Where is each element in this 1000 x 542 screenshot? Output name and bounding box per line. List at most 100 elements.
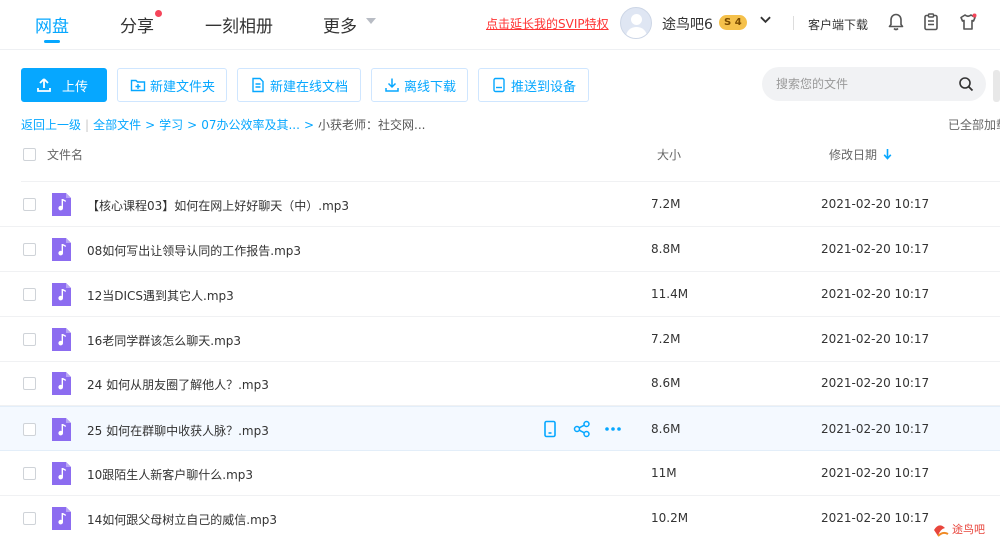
file-name[interactable]: 12当DICS遇到其它人.mp3 — [87, 287, 234, 304]
breadcrumb-back[interactable]: 返回上一级 — [21, 118, 81, 132]
client-download-link[interactable]: 客户端下载 — [808, 16, 868, 33]
svip-level-badge: S 4 — [719, 15, 747, 30]
file-name[interactable]: 24 如何从朋友圈了解他人？.mp3 — [87, 376, 269, 393]
push-to-device-label: 推送到设备 — [511, 79, 577, 95]
document-icon — [252, 77, 264, 93]
breadcrumb-divider: | — [85, 118, 90, 132]
vip-level-value: 4 — [734, 17, 742, 28]
svip-renew-link[interactable]: 点击延长我的SVIP特权 — [486, 15, 609, 32]
device-icon — [493, 77, 505, 93]
file-modified-date: 2021-02-20 10:17 — [821, 197, 930, 211]
audio-file-icon — [52, 507, 71, 530]
table-row[interactable]: 12当DICS遇到其它人.mp3 11.4M 2021-02-20 10:17 — [0, 272, 1000, 317]
file-size: 11M — [651, 466, 677, 480]
file-modified-date: 2021-02-20 10:17 — [821, 287, 930, 301]
tab-more[interactable]: 更多 — [323, 12, 357, 37]
username[interactable]: 途鸟吧6 — [662, 14, 713, 34]
breadcrumb-separator: > — [303, 118, 314, 132]
table-row[interactable]: 10跟陌生人新客户聊什么.mp3 11M 2021-02-20 10:17 — [0, 451, 1000, 496]
table-row[interactable]: 24 如何从朋友圈了解他人？.mp3 8.6M 2021-02-20 10:17 — [0, 361, 1000, 406]
table-row[interactable]: 【核心课程03】如何在网上好好聊天（中）.mp3 7.2M 2021-02-20… — [0, 182, 1000, 227]
search-input[interactable] — [776, 75, 956, 93]
new-online-doc-button[interactable]: 新建在线文档 — [237, 68, 361, 102]
column-header-size[interactable]: 大小 — [657, 146, 681, 163]
file-name[interactable]: 16老同学群该怎么聊天.mp3 — [87, 332, 241, 349]
file-size: 8.6M — [651, 422, 681, 436]
row-checkbox[interactable] — [23, 377, 36, 390]
breadcrumb-item[interactable]: 全部文件 — [93, 118, 141, 132]
row-checkbox[interactable] — [23, 198, 36, 211]
file-size: 8.8M — [651, 242, 681, 256]
tab-moment-album[interactable]: 一刻相册 — [205, 12, 273, 37]
row-checkbox[interactable] — [23, 333, 36, 346]
active-tab-indicator — [44, 40, 60, 43]
file-name[interactable]: 25 如何在群聊中收获人脉？.mp3 — [87, 422, 269, 439]
chevron-down-icon[interactable] — [760, 14, 771, 25]
file-modified-date: 2021-02-20 10:17 — [821, 422, 930, 436]
upload-button[interactable]: 上传 — [21, 68, 107, 102]
file-modified-date: 2021-02-20 10:17 — [821, 466, 930, 480]
audio-file-icon — [52, 283, 71, 306]
phone-icon[interactable] — [541, 420, 559, 438]
file-size: 10.2M — [651, 511, 689, 525]
push-to-device-button[interactable]: 推送到设备 — [478, 68, 589, 102]
clipboard-icon[interactable] — [921, 12, 941, 32]
sort-desc-arrow-icon[interactable] — [883, 148, 892, 160]
divider — [793, 16, 794, 30]
audio-file-icon — [52, 462, 71, 485]
chevron-down-icon[interactable] — [366, 18, 376, 24]
audio-file-icon — [52, 193, 71, 216]
tab-share[interactable]: 分享 — [120, 12, 154, 37]
file-name[interactable]: 10跟陌生人新客户聊什么.mp3 — [87, 466, 253, 483]
file-name[interactable]: 14如何跟父母树立自己的威信.mp3 — [87, 511, 277, 528]
search-box[interactable] — [762, 67, 986, 101]
audio-file-icon — [52, 372, 71, 395]
row-checkbox[interactable] — [23, 467, 36, 480]
breadcrumb-separator: > — [145, 118, 156, 132]
file-name[interactable]: 08如何写出让领导认同的工作报告.mp3 — [87, 242, 301, 259]
shirt-skin-icon[interactable] — [958, 12, 978, 32]
more-icon[interactable] — [604, 420, 622, 438]
new-online-doc-label: 新建在线文档 — [270, 79, 349, 95]
table-row[interactable]: 16老同学群该怎么聊天.mp3 7.2M 2021-02-20 10:17 — [0, 317, 1000, 362]
select-all-checkbox[interactable] — [23, 148, 36, 161]
loaded-all-status: 已全部加载 — [948, 118, 1000, 132]
file-size: 11.4M — [651, 287, 689, 301]
breadcrumb-item[interactable]: 学习 — [159, 118, 183, 132]
audio-file-icon — [52, 238, 71, 261]
table-row[interactable]: 14如何跟父母树立自己的威信.mp3 10.2M 2021-02-20 10:1… — [0, 496, 1000, 541]
new-folder-label: 新建文件夹 — [150, 79, 216, 95]
column-header-modified[interactable]: 修改日期 — [829, 146, 877, 163]
offline-download-button[interactable]: 离线下载 — [371, 68, 468, 102]
file-modified-date: 2021-02-20 10:17 — [821, 242, 930, 256]
breadcrumb: 返回上一级 | 全部文件 > 学习 >07办公效率及其... > 小获老师：社交网... — [21, 116, 425, 133]
new-folder-icon — [130, 79, 146, 92]
notification-bell-icon[interactable] — [886, 12, 906, 32]
file-size: 7.2M — [651, 197, 681, 211]
share-icon[interactable] — [573, 420, 591, 438]
audio-file-icon — [52, 418, 71, 441]
row-checkbox[interactable] — [23, 288, 36, 301]
row-checkbox[interactable] — [23, 423, 36, 436]
row-checkbox[interactable] — [23, 512, 36, 525]
table-row[interactable]: 25 如何在群聊中收获人脉？.mp3 8.6M 2021-02-20 10:17 — [0, 406, 1000, 451]
upload-label: 上传 — [62, 79, 89, 95]
column-header-name[interactable]: 文件名 — [47, 146, 83, 163]
watermark-logo: 途鸟吧 — [934, 522, 985, 537]
file-name[interactable]: 【核心课程03】如何在网上好好聊天（中）.mp3 — [87, 197, 349, 214]
scrollbar[interactable] — [993, 70, 1000, 102]
file-size: 8.6M — [651, 376, 681, 390]
offline-download-label: 离线下载 — [404, 79, 457, 95]
breadcrumb-item[interactable]: 07办公效率及其... — [201, 118, 300, 132]
breadcrumb-current: 小获老师：社交网... — [318, 118, 426, 132]
tab-netdisk[interactable]: 网盘 — [35, 12, 69, 37]
share-notification-dot — [155, 10, 162, 17]
new-folder-button[interactable]: 新建文件夹 — [117, 68, 227, 102]
file-modified-date: 2021-02-20 10:17 — [821, 511, 930, 525]
avatar[interactable] — [620, 7, 652, 39]
watermark-text: 途鸟吧 — [952, 522, 985, 536]
download-icon — [385, 78, 399, 92]
table-row[interactable]: 08如何写出让领导认同的工作报告.mp3 8.8M 2021-02-20 10:… — [0, 227, 1000, 272]
row-checkbox[interactable] — [23, 243, 36, 256]
search-icon[interactable] — [958, 76, 974, 92]
